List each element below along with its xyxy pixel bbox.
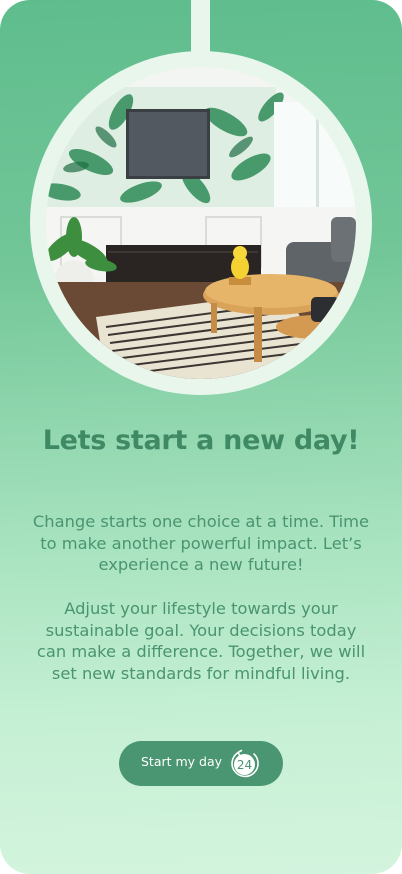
living-room-photo [46, 67, 356, 379]
page-title: Lets start a new day! [42, 425, 360, 456]
onboarding-screen: Lets start a new day! Change starts one … [0, 0, 402, 874]
clock-24-text: 24 [237, 758, 252, 772]
mission-paragraph: Adjust your lifestyle towards your susta… [36, 599, 366, 683]
hanger-strap [191, 0, 210, 58]
intro-paragraph: Change starts one choice at a time. Time… [32, 512, 370, 574]
photo-frame [30, 51, 372, 395]
clock-24-icon: 24 [231, 749, 259, 778]
start-my-day-label: Start my day [141, 754, 223, 769]
start-my-day-button[interactable]: Start my day 24 [119, 741, 283, 786]
